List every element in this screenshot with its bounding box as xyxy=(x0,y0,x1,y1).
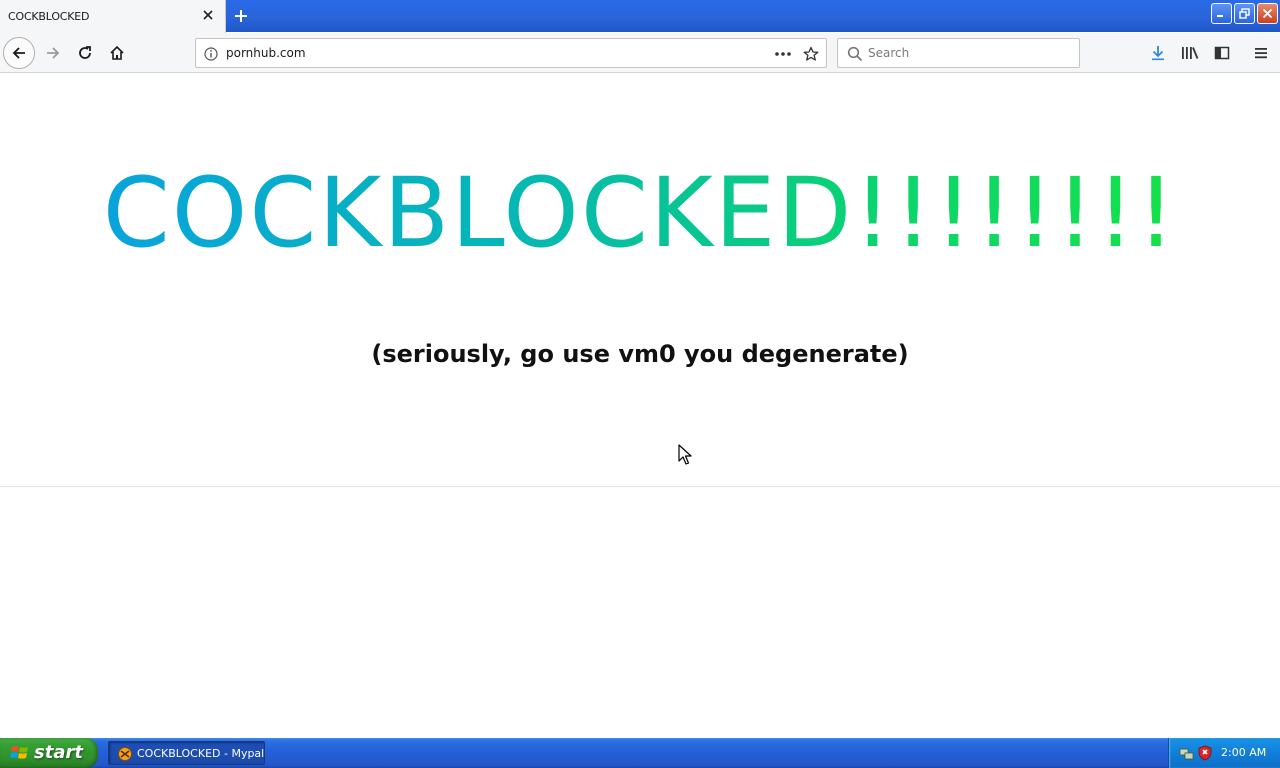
library-icon xyxy=(1182,47,1199,59)
sidebar-button[interactable] xyxy=(1206,37,1238,69)
new-tab-plus-icon[interactable] xyxy=(230,5,252,27)
minimize-button[interactable] xyxy=(1211,3,1232,24)
mypal-browser-icon xyxy=(118,747,132,761)
windows-flag-icon xyxy=(10,746,28,759)
browser-titlebar: COCKBLOCKED xyxy=(0,0,1280,33)
taskbar-window-label: COCKBLOCKED - Mypal xyxy=(137,747,265,760)
home-icon xyxy=(110,45,124,60)
os-taskbar: start COCKBLOCKED - Mypal 2:00 AM xyxy=(0,738,1280,768)
network-icon[interactable] xyxy=(1179,745,1195,761)
mouse-cursor-icon xyxy=(678,444,692,465)
tab-close-icon[interactable] xyxy=(200,7,216,23)
forward-button[interactable] xyxy=(37,37,69,69)
star-icon[interactable] xyxy=(802,45,820,63)
back-button[interactable] xyxy=(3,37,35,69)
page-headline: COCKBLOCKED!!!!!!!! xyxy=(0,158,1280,268)
window-controls xyxy=(1211,3,1278,24)
home-button[interactable] xyxy=(101,37,133,69)
search-input[interactable] xyxy=(868,43,1068,63)
horizontal-divider xyxy=(0,486,1280,487)
menu-button[interactable] xyxy=(1245,37,1277,69)
page-subheadline: (seriously, go use vm0 you degenerate) xyxy=(371,340,909,368)
security-shield-icon[interactable] xyxy=(1197,745,1213,761)
start-button[interactable]: start xyxy=(0,738,98,768)
arrow-right-icon xyxy=(47,47,60,59)
system-tray: 2:00 AM xyxy=(1168,738,1280,768)
close-window-button[interactable] xyxy=(1257,3,1278,24)
sidebar-icon xyxy=(1214,46,1230,60)
search-bar[interactable] xyxy=(837,38,1080,68)
search-icon xyxy=(847,46,863,62)
url-text[interactable]: pornhub.com xyxy=(226,46,306,60)
taskbar-window-button[interactable]: COCKBLOCKED - Mypal xyxy=(108,741,265,765)
restore-button[interactable] xyxy=(1234,3,1255,24)
start-label: start xyxy=(34,742,83,763)
reload-button[interactable] xyxy=(69,37,101,69)
download-icon xyxy=(1152,46,1164,61)
downloads-button[interactable] xyxy=(1142,37,1174,69)
reload-icon xyxy=(79,46,91,59)
more-horizontal-icon[interactable] xyxy=(773,45,793,63)
navigation-toolbar: pornhub.com xyxy=(0,33,1280,73)
arrow-left-icon xyxy=(12,47,25,59)
library-button[interactable] xyxy=(1174,37,1206,69)
info-icon[interactable] xyxy=(203,46,219,62)
hamburger-menu-icon xyxy=(1255,48,1267,59)
system-clock: 2:00 AM xyxy=(1221,746,1267,759)
tab-title: COCKBLOCKED xyxy=(8,10,90,23)
page-content: COCKBLOCKED!!!!!!!! (seriously, go use v… xyxy=(0,74,1280,738)
browser-tab-active[interactable]: COCKBLOCKED xyxy=(0,0,226,33)
address-bar[interactable]: pornhub.com xyxy=(195,38,827,68)
